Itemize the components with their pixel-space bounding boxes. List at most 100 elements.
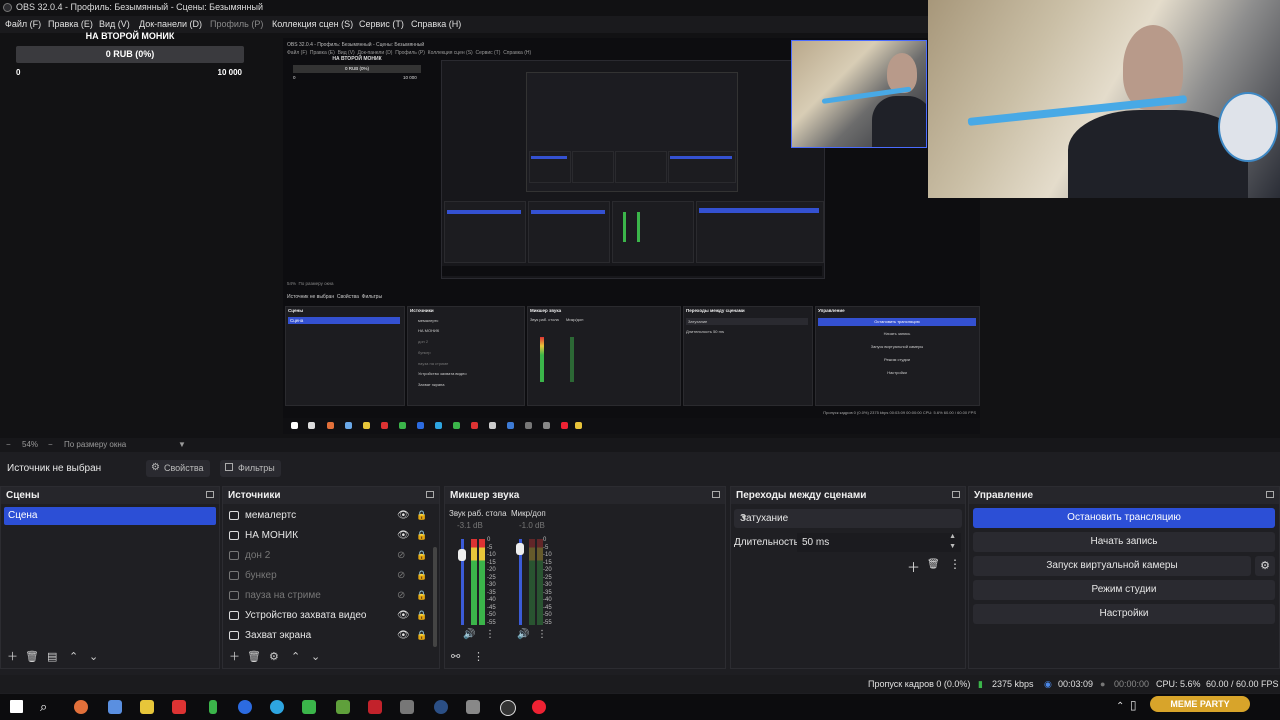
eye-icon[interactable]: 👁 xyxy=(397,630,410,641)
link-icon[interactable]: ⚯ xyxy=(451,652,460,663)
lock-icon[interactable]: 🔒 xyxy=(416,630,427,641)
scrollbar[interactable] xyxy=(433,547,437,647)
folder-icon[interactable] xyxy=(140,700,154,714)
window-title: OBS 32.0.4 - Профиль: Безымянный - Сцены… xyxy=(16,2,263,12)
menu-scene-collection[interactable]: Коллекция сцен (S) xyxy=(272,19,353,29)
menu-tools[interactable]: Сервис (T) xyxy=(359,19,404,29)
goal-min: 0 xyxy=(16,68,21,77)
duration-stepper[interactable]: 50 ms ▲ ▼ xyxy=(797,533,961,552)
search-icon[interactable]: ⌕ xyxy=(40,699,47,715)
green-app-icon[interactable] xyxy=(209,700,217,714)
source-row[interactable]: пауза на стриме ⊘ 🔒 xyxy=(227,587,427,605)
browser-icon[interactable] xyxy=(74,700,88,714)
more-options-icon[interactable]: ⋮ xyxy=(949,557,961,571)
source-row[interactable]: дон 2 ⊘ 🔒 xyxy=(227,547,427,565)
yandex-browser-icon[interactable] xyxy=(532,700,546,714)
eye-icon[interactable]: 👁 xyxy=(397,610,410,621)
source-row[interactable]: Устройство захвата видео 👁 🔒 xyxy=(227,607,427,625)
chevron-up-icon[interactable]: ⌃ xyxy=(1116,701,1124,712)
menu-view[interactable]: Вид (V) xyxy=(99,19,130,29)
settings-icon[interactable] xyxy=(400,700,414,714)
gear-icon[interactable]: ⚙ xyxy=(1255,556,1275,576)
menu-docks[interactable]: Док-панели (D) xyxy=(139,19,202,29)
trash-icon[interactable]: 🗑 xyxy=(25,652,39,663)
network-icon[interactable]: ▯ xyxy=(1130,698,1137,712)
chevron-down-icon[interactable]: ▼ xyxy=(949,543,956,550)
calculator-icon[interactable] xyxy=(466,700,480,714)
z-app-icon[interactable] xyxy=(172,700,186,714)
mixer-title: Микшер звука xyxy=(450,490,520,501)
steam-icon[interactable] xyxy=(434,700,448,714)
more-options-icon[interactable]: ⋮ xyxy=(485,629,495,640)
nested-scenes-dock: Сцены Сцена xyxy=(285,306,405,406)
transition-select[interactable]: Затухание ▼ xyxy=(734,509,962,528)
start-virtual-camera-button[interactable]: Запуск виртуальной камеры xyxy=(973,556,1251,576)
eye-hidden-icon[interactable]: ⊘ xyxy=(397,550,405,561)
eye-hidden-icon[interactable]: ⊘ xyxy=(397,570,405,581)
move-up-icon[interactable]: ⌃ xyxy=(69,652,78,663)
studio-mode-button[interactable]: Режим студии xyxy=(973,580,1275,600)
lock-icon[interactable]: 🔒 xyxy=(416,570,427,581)
filter-icon[interactable]: ▤ xyxy=(47,652,57,663)
menu-edit[interactable]: Правка (E) xyxy=(48,19,93,29)
start-recording-button[interactable]: Начать запись xyxy=(973,532,1275,552)
lock-icon[interactable]: 🔒 xyxy=(416,510,427,521)
add-icon[interactable]: ＋ xyxy=(907,557,920,576)
menu-profile[interactable]: Профиль (P) xyxy=(210,19,263,29)
undock-icon[interactable] xyxy=(206,491,214,498)
zoom-app-icon[interactable] xyxy=(238,700,252,714)
scene-item[interactable]: Сцена xyxy=(4,507,216,525)
more-options-icon[interactable]: ⋮ xyxy=(473,652,484,663)
source-row[interactable]: мемалертс 👁 🔒 xyxy=(227,507,427,525)
nvidia-icon[interactable] xyxy=(302,700,316,714)
speaker-icon[interactable]: 🔊 xyxy=(463,629,475,640)
notepad-icon[interactable] xyxy=(108,700,122,714)
zoom-minus-icon[interactable]: − xyxy=(6,440,11,449)
speaker-icon[interactable]: 🔊 xyxy=(517,629,529,640)
windows-start-icon[interactable] xyxy=(10,700,23,713)
obs-icon[interactable] xyxy=(500,700,516,716)
monitor-icon xyxy=(229,631,239,640)
undock-icon[interactable] xyxy=(1266,491,1274,498)
eye-hidden-icon[interactable]: ⊘ xyxy=(397,590,405,601)
zoom-mode[interactable]: По размеру окна xyxy=(64,440,126,449)
chevron-down-icon[interactable]: ▼ xyxy=(178,440,186,449)
zoom-percent[interactable]: 54% xyxy=(22,440,38,449)
move-down-icon[interactable]: ⌄ xyxy=(311,652,320,663)
lock-icon[interactable]: 🔒 xyxy=(416,610,427,621)
undock-icon[interactable] xyxy=(952,491,960,498)
source-row[interactable]: Захват экрана 👁 🔒 xyxy=(227,627,427,645)
image-source-icon xyxy=(229,571,239,580)
undock-icon[interactable] xyxy=(426,491,434,498)
telegram-icon[interactable] xyxy=(270,700,284,714)
filters-button[interactable]: Фильтры xyxy=(220,460,281,477)
add-icon[interactable]: ＋ xyxy=(229,652,240,663)
menu-help[interactable]: Справка (H) xyxy=(411,19,461,29)
properties-button[interactable]: ⚙ Свойства xyxy=(146,460,210,477)
volume-knob[interactable] xyxy=(516,543,524,555)
browser-source-icon xyxy=(229,531,239,540)
stop-streaming-button[interactable]: Остановить трансляцию xyxy=(973,508,1275,528)
lock-icon[interactable]: 🔒 xyxy=(416,530,427,541)
settings-button[interactable]: Настройки xyxy=(973,604,1275,624)
eye-icon[interactable]: 👁 xyxy=(397,510,410,521)
menu-file[interactable]: Файл (F) xyxy=(5,19,41,29)
app-64-icon[interactable] xyxy=(368,700,382,714)
source-row[interactable]: НА МОНИК 👁 🔒 xyxy=(227,527,427,545)
zoom-minus-icon[interactable]: − xyxy=(48,440,53,449)
volume-knob[interactable] xyxy=(458,549,466,561)
lock-icon[interactable]: 🔒 xyxy=(416,590,427,601)
gear-icon[interactable]: ⚙ xyxy=(269,652,279,663)
move-down-icon[interactable]: ⌄ xyxy=(89,652,98,663)
chevron-up-icon[interactable]: ▲ xyxy=(949,533,956,540)
move-up-icon[interactable]: ⌃ xyxy=(291,652,300,663)
minecraft-icon[interactable] xyxy=(336,700,350,714)
trash-icon[interactable]: 🗑 xyxy=(927,559,940,570)
eye-icon[interactable]: 👁 xyxy=(397,530,410,541)
more-options-icon[interactable]: ⋮ xyxy=(537,629,547,640)
add-icon[interactable]: ＋ xyxy=(7,652,18,663)
source-row[interactable]: бункер ⊘ 🔒 xyxy=(227,567,427,585)
lock-icon[interactable]: 🔒 xyxy=(416,550,427,561)
undock-icon[interactable] xyxy=(712,491,720,498)
trash-icon[interactable]: 🗑 xyxy=(247,652,261,663)
